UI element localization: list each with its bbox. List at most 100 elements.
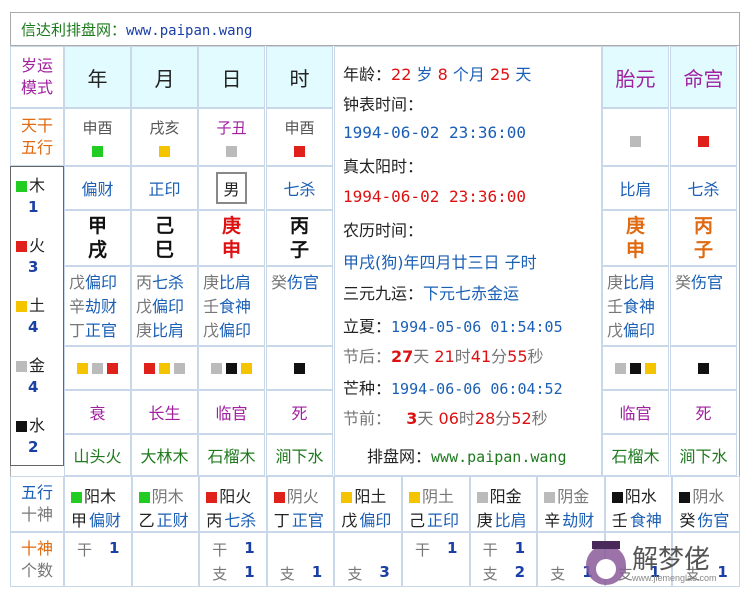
pillar-color-swatch-icon bbox=[294, 146, 305, 157]
hidden-stem-gan: 戊 bbox=[136, 297, 153, 316]
hidden-stem-shishen: 食神 bbox=[623, 297, 656, 316]
hidden-stem-shishen: 偏印 bbox=[623, 321, 656, 340]
pillar-state-label: 临官 bbox=[619, 404, 652, 423]
pillar-hidden-stems: 癸伤官 bbox=[266, 266, 333, 346]
pillar-head: 命宫 bbox=[670, 46, 737, 108]
logo-text: 解梦佬 bbox=[632, 545, 711, 575]
shishen-gan: 乙 bbox=[138, 511, 155, 530]
pillar-wuxing-label: 子丑 bbox=[216, 119, 247, 137]
age-months: 8 bbox=[437, 65, 448, 84]
pillar-wuxing-label: 申酉 bbox=[82, 119, 113, 137]
pillar-head-label: 命宫 bbox=[683, 66, 724, 91]
wuxing-label: 阳水 bbox=[624, 487, 657, 506]
pillar-nayin-label: 涧下水 bbox=[275, 447, 324, 466]
pillar-color-swatch-icon bbox=[159, 146, 170, 157]
pillar-nayin: 涧下水 bbox=[670, 434, 737, 476]
mangzhong-label: 芒种： bbox=[343, 379, 392, 398]
hidden-color-swatch-icon bbox=[294, 362, 305, 374]
jieqian-seconds-unit: 秒 bbox=[531, 409, 548, 428]
pillar-gan: 庚 bbox=[221, 215, 241, 237]
hidden-stem-row: 癸伤官 bbox=[675, 271, 732, 295]
pillar-wuxing-label: 申酉 bbox=[284, 119, 315, 137]
pillar-shishen-label: 比肩 bbox=[619, 180, 652, 199]
shishen-count-cell: 干1 bbox=[64, 532, 132, 587]
hidden-color-swatch-icon bbox=[77, 362, 88, 374]
pillar-gan: 己 bbox=[154, 215, 174, 237]
element-2: 土 bbox=[14, 292, 45, 316]
label-shi-shen-1: 十神 bbox=[20, 538, 53, 558]
hidden-stem-gan: 戊 bbox=[607, 321, 624, 340]
count-gan-label: 干 bbox=[415, 541, 431, 559]
jiehou-hours-unit: 时 bbox=[454, 347, 471, 366]
pillar-wuxing bbox=[670, 108, 737, 166]
element-count: 3 bbox=[28, 258, 39, 276]
age-unit-years: 岁 bbox=[416, 65, 433, 84]
shishen-count-cell bbox=[131, 532, 200, 587]
wuxing-swatch-icon bbox=[476, 492, 488, 503]
jieqian-line: 节前： 3天 06时28分52秒 bbox=[343, 405, 548, 429]
jieqian-minutes-unit: 分 bbox=[495, 409, 512, 428]
site-url-bottom[interactable]: www.paipan.wang bbox=[431, 448, 566, 466]
hidden-color-swatch-icon bbox=[630, 362, 641, 374]
pillar-head: 胎元 bbox=[602, 46, 669, 108]
hidden-color-swatch-icon bbox=[211, 362, 222, 374]
shishen-gan: 丁 bbox=[273, 511, 290, 530]
count-zhi-label: 支 bbox=[482, 565, 498, 583]
hidden-stem-gan: 庚 bbox=[203, 273, 220, 292]
element-name: 火 bbox=[29, 236, 46, 255]
pillar-head-label: 胎元 bbox=[615, 66, 656, 91]
jieqian-days: 3 bbox=[406, 409, 418, 428]
pillar-state: 临官 bbox=[198, 390, 265, 434]
label-wu-xing-shi-shen: 五行 十神 bbox=[10, 476, 64, 532]
shishen-gan: 壬 bbox=[611, 511, 628, 530]
shishen-table-cell: 阳水壬食神 bbox=[604, 476, 673, 532]
hidden-stem-gan: 丙 bbox=[136, 273, 153, 292]
shishen-count-cell: 干1 bbox=[402, 532, 470, 587]
label-sui-yun-2: 模式 bbox=[20, 78, 53, 97]
pillar-nayin-label: 大林木 bbox=[140, 447, 189, 466]
pillar-shishen: 七杀 bbox=[266, 166, 333, 210]
pillar-shishen-label: 正印 bbox=[148, 180, 181, 199]
hidden-stem-shishen: 食神 bbox=[219, 297, 252, 316]
pillar-ganzhi: 甲戌 bbox=[64, 210, 131, 266]
label-shi-shen-count: 十神 个数 bbox=[10, 532, 64, 587]
pillar-head: 时 bbox=[266, 46, 333, 108]
count-zhi-value: 1 bbox=[244, 563, 255, 581]
pillar-zhi: 巳 bbox=[154, 239, 174, 261]
pillar-nayin: 山头火 bbox=[64, 434, 131, 476]
element-3: 金 bbox=[14, 352, 45, 376]
jiehou-seconds-unit: 秒 bbox=[527, 347, 544, 366]
jieqian-seconds: 52 bbox=[511, 409, 532, 428]
site-url-link[interactable]: www.paipan.wang bbox=[126, 23, 252, 39]
pillar-gan: 甲 bbox=[87, 215, 107, 237]
element-swatch-icon bbox=[16, 301, 27, 312]
age-unit-months: 个月 bbox=[452, 65, 485, 84]
pillar-ganzhi: 己巳 bbox=[131, 210, 198, 266]
hidden-stem-row: 丙七杀 bbox=[136, 271, 193, 295]
element-4: 水 bbox=[14, 412, 45, 436]
hidden-color-swatch-icon bbox=[241, 362, 252, 374]
pillar-hidden-colors bbox=[198, 346, 265, 390]
jieqian-days-unit: 天 bbox=[417, 409, 434, 428]
hidden-stem-shishen: 伤官 bbox=[691, 273, 724, 292]
hidden-stem-shishen: 正官 bbox=[85, 321, 118, 340]
count-zhi-label: 支 bbox=[550, 565, 566, 583]
pillar-hidden-colors bbox=[670, 346, 737, 390]
pillar-gan: 丙 bbox=[693, 215, 713, 237]
count-zhi-label: 支 bbox=[212, 565, 228, 583]
clock-time-label: 钟表时间： bbox=[343, 95, 424, 114]
pillar-state-label: 死 bbox=[291, 404, 308, 423]
site-label: 排盘网： bbox=[367, 447, 432, 466]
hidden-stem-shishen: 比肩 bbox=[623, 273, 656, 292]
pillar-hidden-stems: 庚比肩 壬食神 戊偏印 bbox=[602, 266, 669, 346]
wuxing-swatch-icon bbox=[611, 492, 623, 503]
pillar-zhi: 申 bbox=[221, 239, 241, 261]
wuxing-label: 阴土 bbox=[422, 487, 455, 506]
solar-time-value: 1994-06-02 23:36:00 bbox=[343, 187, 527, 206]
hidden-stem-row: 辛劫财 bbox=[69, 295, 126, 319]
wuxing-swatch-icon bbox=[273, 492, 285, 503]
hidden-color-swatch-icon bbox=[144, 362, 155, 374]
pillar-shishen-label: 七杀 bbox=[283, 180, 316, 199]
pillar-gan: 丙 bbox=[289, 215, 309, 237]
pillar-wuxing bbox=[602, 108, 669, 166]
